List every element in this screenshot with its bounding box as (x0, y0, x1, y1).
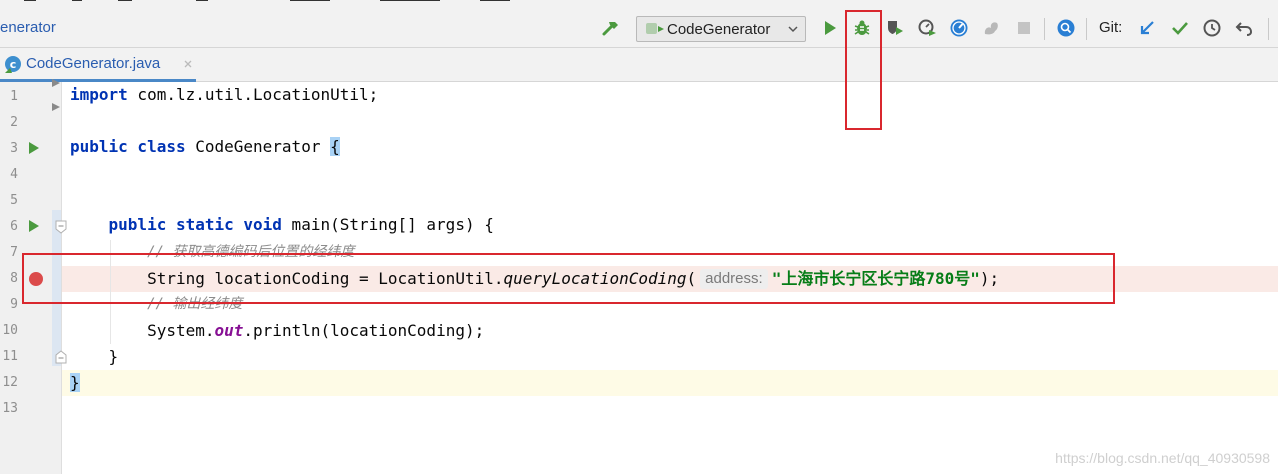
static-field: out (214, 321, 244, 340)
open-brace: { (330, 137, 340, 156)
search-everywhere-icon[interactable] (1056, 18, 1076, 38)
statement-end: ); (979, 269, 1000, 288)
menu-bar-remnant (0, 0, 1278, 8)
code-line-12[interactable]: } (70, 370, 80, 396)
statement: String locationCoding = LocationUtil. (147, 269, 504, 288)
line-number: 6 (10, 219, 18, 234)
line-number: 11 (2, 349, 18, 364)
code-line-6[interactable]: public static void main(String[] args) { (70, 212, 494, 238)
fold-arrow-icon[interactable] (50, 100, 62, 114)
fold-arrow-icon[interactable] (50, 76, 62, 90)
println-call: .println(locationCoding); (243, 321, 485, 340)
run-configuration-select[interactable]: CodeGenerator (636, 16, 806, 42)
attach-debugger-icon[interactable] (949, 18, 969, 38)
keyword-public-static-void: public static void (108, 215, 282, 234)
import-path: com.lz.util.LocationUtil; (127, 85, 379, 104)
code-line-1[interactable]: import com.lz.util.LocationUtil; (70, 82, 378, 108)
checkmark-icon[interactable] (1170, 18, 1190, 38)
toolbar-separator (1086, 18, 1087, 40)
line-number: 7 (10, 245, 18, 260)
run-gutter-icon[interactable] (27, 218, 41, 234)
close-brace: } (70, 347, 119, 366)
code-line-3[interactable]: public class CodeGenerator { (70, 134, 340, 160)
fold-toggle-icon[interactable] (55, 220, 67, 234)
code-line-9[interactable]: // 输出经纬度 (70, 290, 242, 316)
chevron-down-icon (788, 26, 798, 33)
undo-icon[interactable] (1234, 18, 1254, 38)
run-configuration-label: CodeGenerator (667, 20, 771, 38)
squirrel-icon[interactable] (981, 18, 1001, 38)
keyword-import: import (70, 85, 128, 104)
hammer-icon[interactable] (601, 18, 621, 38)
open-paren: ( (686, 269, 697, 288)
line-number: 9 (10, 297, 18, 312)
close-brace: } (70, 373, 80, 392)
project-title: enerator (0, 19, 56, 36)
java-class-icon (646, 23, 664, 34)
stop-icon[interactable] (1014, 18, 1034, 38)
profiler-icon[interactable] (917, 18, 937, 38)
shield-run-icon[interactable] (885, 18, 905, 38)
line-number: 3 (10, 141, 18, 156)
code-line-10[interactable]: System.out.println(locationCoding); (70, 318, 484, 344)
code-line-7[interactable]: // 获取高德编码后位置的经纬度 (70, 238, 354, 264)
bug-icon[interactable] (852, 18, 872, 38)
line-number: 4 (10, 167, 18, 182)
arrow-down-left-icon[interactable] (1137, 18, 1157, 38)
caret-line-highlight (0, 370, 1278, 396)
clock-icon[interactable] (1202, 18, 1222, 38)
svg-text:c: c (10, 58, 17, 71)
editor-gutter[interactable]: 1 2 3 4 5 6 7 8 9 10 11 12 13 (0, 79, 67, 474)
play-icon[interactable] (820, 18, 840, 38)
line-number: 13 (2, 401, 18, 416)
close-icon[interactable] (182, 58, 194, 70)
line-number: 1 (10, 89, 18, 104)
code-line-8[interactable]: String locationCoding = LocationUtil.que… (70, 266, 999, 292)
line-number: 5 (10, 193, 18, 208)
line-number: 8 (10, 271, 18, 286)
code-editor[interactable]: 1 2 3 4 5 6 7 8 9 10 11 12 13 import com… (0, 79, 1278, 474)
class-name: CodeGenerator (185, 137, 331, 156)
system-class: System. (147, 321, 215, 340)
editor-tab-bar: c CodeGenerator.java (0, 48, 1278, 82)
line-number: 2 (10, 115, 18, 130)
tab-label: CodeGenerator.java (26, 55, 161, 72)
git-label: Git: (1099, 19, 1123, 36)
tab-codegenerator-java[interactable]: c CodeGenerator.java (0, 48, 196, 82)
main-signature: main(String[] args) { (281, 215, 494, 234)
parameter-hint: address: (700, 269, 768, 289)
run-gutter-icon[interactable] (27, 140, 41, 156)
main-toolbar: enerator CodeGenerator Git: (0, 0, 1278, 48)
method-name: queryLocationCoding (503, 269, 687, 288)
string-literal: "上海市长宁区长宁路780号" (771, 269, 980, 288)
fold-toggle-icon[interactable] (55, 350, 67, 364)
watermark: https://blog.csdn.net/qq_40930598 (1055, 450, 1270, 466)
toolbar-separator (1044, 18, 1045, 40)
line-number: 12 (2, 375, 18, 390)
java-class-icon: c (5, 55, 21, 73)
keyword-public-class: public class (70, 137, 186, 156)
breakpoint-icon[interactable] (28, 271, 44, 287)
line-number: 10 (2, 323, 18, 338)
code-line-11[interactable]: } (70, 344, 119, 370)
toolbar-separator (1268, 18, 1269, 40)
comment: // 获取高德编码后位置的经纬度 (147, 244, 355, 260)
comment: // 输出经纬度 (147, 296, 243, 312)
